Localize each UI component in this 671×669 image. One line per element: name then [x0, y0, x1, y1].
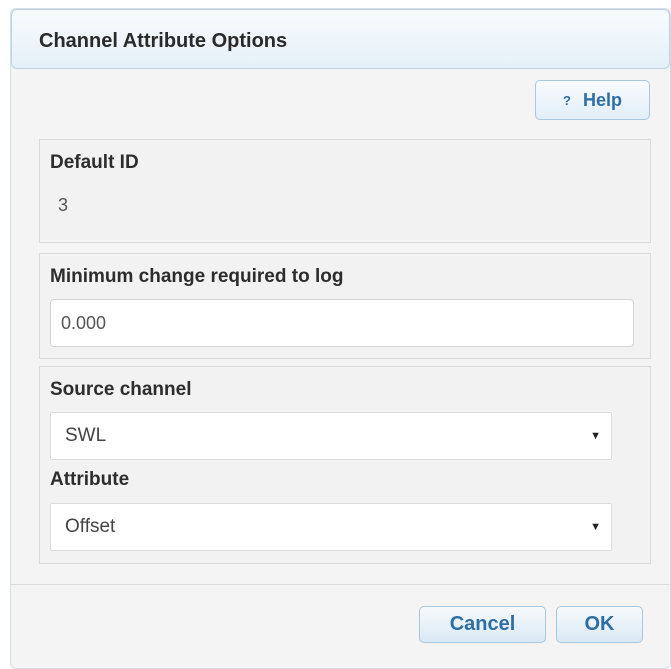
source-channel-label: Source channel — [50, 379, 192, 400]
source-channel-value: SWL — [65, 425, 107, 446]
dialog-titlebar: Channel Attribute Options — [11, 9, 670, 69]
channel-attribute-dialog: Channel Attribute Options ? Help Default… — [10, 8, 671, 669]
attribute-select[interactable]: Offset ▼ — [50, 503, 612, 551]
default-id-value: 3 — [58, 195, 69, 215]
source-attribute-panel: Source channel SWL ▼ Attribute Offset ▼ — [39, 366, 651, 564]
help-label: Help — [582, 89, 622, 110]
footer-divider — [11, 584, 670, 585]
dropdown-arrow-icon: ▼ — [590, 521, 601, 533]
attribute-label: Attribute — [50, 469, 130, 490]
dropdown-arrow-icon: ▼ — [590, 430, 601, 442]
cancel-button[interactable]: Cancel — [419, 606, 546, 643]
ok-button[interactable]: OK — [556, 606, 643, 643]
help-button[interactable]: ? Help — [535, 80, 650, 120]
min-change-label: Minimum change required to log — [50, 266, 344, 287]
source-channel-select[interactable]: SWL ▼ — [50, 412, 612, 460]
min-change-input[interactable]: 0.000 — [50, 299, 634, 347]
help-icon: ? — [563, 92, 571, 108]
dialog-title: Channel Attribute Options — [39, 30, 288, 52]
attribute-value: Offset — [65, 516, 116, 537]
min-change-panel: Minimum change required to log 0.000 — [39, 253, 651, 359]
default-id-panel: Default ID 3 — [39, 139, 651, 243]
default-id-label: Default ID — [50, 152, 139, 173]
